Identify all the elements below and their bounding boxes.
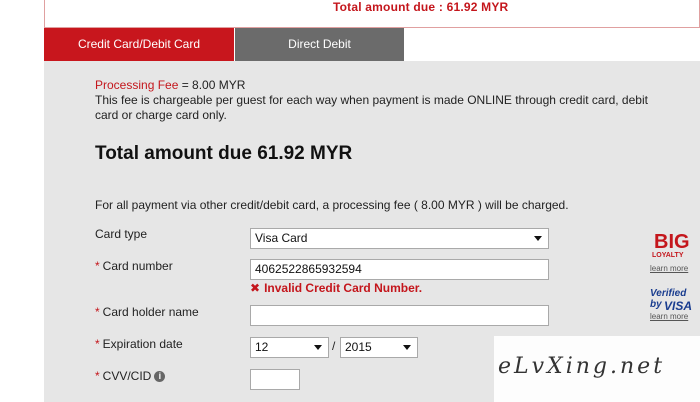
tab-direct-debit[interactable]: Direct Debit bbox=[235, 28, 404, 61]
tab-credit-debit-card[interactable]: Credit Card/Debit Card bbox=[44, 28, 234, 61]
card-number-label: * Card number bbox=[95, 259, 173, 273]
chevron-down-icon bbox=[403, 345, 411, 350]
payment-tabs: Credit Card/Debit Card Direct Debit bbox=[44, 28, 700, 61]
card-holder-input[interactable] bbox=[250, 305, 549, 326]
card-number-error: ✖ Invalid Credit Card Number. bbox=[250, 281, 423, 295]
total-amount-due: Total amount due 61.92 MYR bbox=[95, 143, 353, 164]
watermark: eLvXing.net bbox=[494, 336, 700, 402]
expiration-date-label: * Expiration date bbox=[95, 337, 183, 351]
expiration-separator: / bbox=[332, 339, 336, 353]
total-due-header: Total amount due : 61.92 MYR bbox=[333, 0, 509, 14]
info-icon[interactable]: i bbox=[154, 371, 166, 382]
card-holder-label: * Card holder name bbox=[95, 305, 199, 319]
error-x-icon: ✖ bbox=[250, 281, 261, 295]
big-learn-more-link[interactable]: learn more bbox=[650, 264, 688, 273]
chevron-down-icon bbox=[534, 236, 542, 241]
loyalty-text: LOYALTY bbox=[652, 252, 684, 259]
big-loyalty-logo: BIG bbox=[654, 231, 690, 253]
card-number-input[interactable]: 4062522865932594 bbox=[250, 259, 549, 280]
processing-fee-description: This fee is chargeable per guest for eac… bbox=[95, 93, 648, 122]
expiration-year-select[interactable]: 2015 bbox=[340, 337, 418, 358]
visa-learn-more-link[interactable]: learn more bbox=[650, 312, 688, 321]
cvv-label: * CVV/CID i bbox=[95, 369, 166, 383]
cvv-input[interactable] bbox=[250, 369, 300, 390]
watermark-text: eLvXing.net bbox=[498, 354, 666, 379]
visa-logo: VISA bbox=[664, 299, 693, 313]
chevron-down-icon bbox=[314, 345, 322, 350]
card-type-label: Card type bbox=[95, 227, 148, 241]
expiration-month-select[interactable]: 12 bbox=[250, 337, 329, 358]
processing-fee-label: Processing Fee bbox=[95, 78, 179, 92]
total-due-bar: Total amount due : 61.92 MYR bbox=[44, 0, 700, 28]
card-type-select[interactable]: Visa Card bbox=[250, 228, 549, 249]
processing-fee-notice: For all payment via other credit/debit c… bbox=[95, 198, 569, 212]
processing-fee-value: = 8.00 MYR bbox=[178, 78, 246, 92]
processing-fee-block: Processing Fee = 8.00 MYR This fee is ch… bbox=[95, 78, 655, 123]
